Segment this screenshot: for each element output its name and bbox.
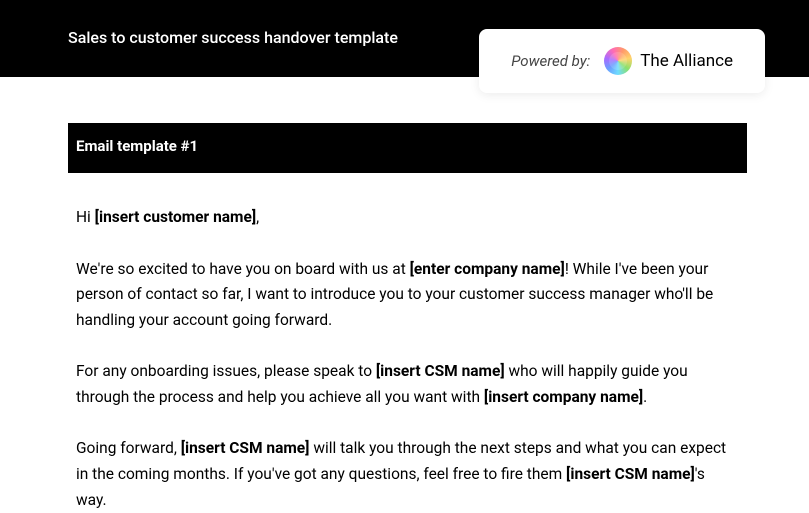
intro-paragraph: We're so excited to have you on board wi… [76,257,739,334]
p1-a: We're so excited to have you on board wi… [76,260,410,278]
greeting-line: Hi [insert customer name], [76,205,739,231]
main-content: Email template #1 Hi [insert customer na… [0,77,809,513]
alliance-logo-icon [604,47,632,75]
onboarding-paragraph: For any onboarding issues, please speak … [76,359,739,410]
powered-by-card: Powered by: The Alliance [479,29,765,93]
csm-name-placeholder: [insert CSM name] [376,362,505,380]
email-body: Hi [insert customer name], We're so exci… [68,173,747,513]
page-title: Sales to customer success handover templ… [68,28,398,47]
going-forward-paragraph: Going forward, [insert CSM name] will ta… [76,436,739,513]
company-name-placeholder: [enter company name] [410,260,565,278]
powered-by-label: Powered by: [511,52,590,70]
customer-name-placeholder: [insert customer name] [95,208,256,226]
p3-a: Going forward, [76,439,181,457]
csm-name-placeholder-2: [insert CSM name] [181,439,310,457]
p2-e: . [643,388,647,406]
company-name-placeholder-2: [insert company name] [484,388,643,406]
greeting-prefix: Hi [76,208,95,226]
csm-name-placeholder-3: [insert CSM name] [566,465,695,483]
brand-name: The Alliance [640,51,733,71]
brand-wrap: The Alliance [604,47,733,75]
section-title: Email template #1 [68,123,747,173]
greeting-suffix: , [256,208,259,226]
p2-a: For any onboarding issues, please speak … [76,362,376,380]
